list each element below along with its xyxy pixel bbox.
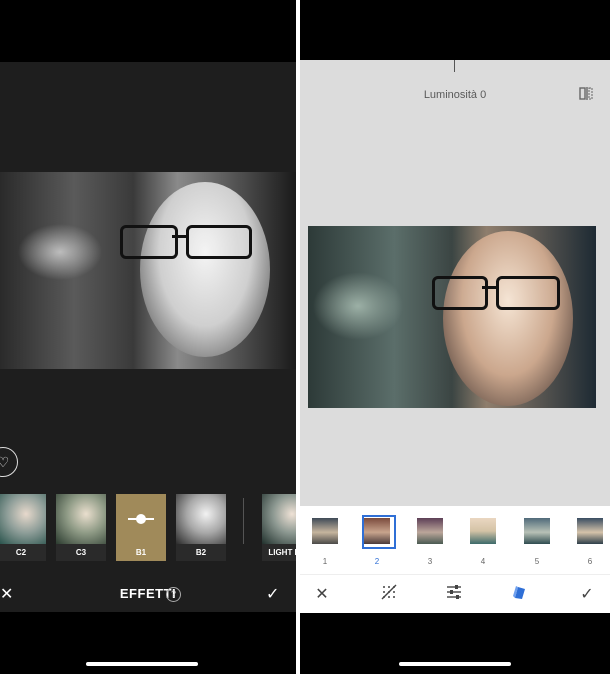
- portrait-face: [443, 231, 573, 406]
- screen-title: EFFETTI: [119, 586, 177, 601]
- preset-selected-frame: [362, 515, 396, 549]
- glasses-left-lens: [120, 225, 178, 259]
- filter-thumb-b1-selected[interactable]: B1: [116, 494, 166, 561]
- filter-divider: [243, 498, 244, 544]
- glasses-right-lens: [186, 225, 252, 259]
- glasses-right-lens: [496, 276, 560, 310]
- preset-swatch-5[interactable]: [524, 518, 550, 544]
- filter-label: LIGHT FO: [262, 544, 296, 561]
- preset-number: 5: [534, 557, 540, 566]
- confirm-check-icon[interactable]: ✓: [266, 584, 279, 604]
- preset-swatch-4[interactable]: [470, 518, 496, 544]
- preset-number: 4: [480, 557, 486, 566]
- home-indicator[interactable]: [399, 662, 511, 666]
- photo-preview-color: [308, 226, 596, 408]
- adjust-indicator: [454, 60, 455, 72]
- left-phone-screen: ♡ C2 C3 B1 B2 LIGHT FO ✕ EFFETTI ? ✓: [0, 0, 296, 674]
- filter-label: B1: [116, 544, 166, 561]
- portrait-face: [140, 182, 270, 357]
- filter-label: B2: [176, 544, 226, 561]
- preset-swatch-3[interactable]: [417, 518, 443, 544]
- filter-label: C3: [56, 544, 106, 561]
- grain-icon[interactable]: [379, 584, 399, 605]
- preset-swatch-6[interactable]: [577, 518, 603, 544]
- photo-preview-bw: [0, 172, 296, 369]
- compare-icon[interactable]: [579, 87, 593, 100]
- filter-thumb-c2[interactable]: C2: [0, 494, 46, 561]
- filter-thumb-b2[interactable]: B2: [176, 494, 226, 561]
- slider-icon-knob: [136, 514, 146, 524]
- preset-swatch-1[interactable]: [312, 518, 338, 544]
- sliders-icon[interactable]: [444, 584, 464, 605]
- close-icon[interactable]: ✕: [312, 584, 332, 604]
- glasses-bridge: [482, 286, 496, 289]
- home-indicator[interactable]: [86, 662, 198, 666]
- preset-number: 2: [374, 557, 380, 566]
- preset-number: 3: [427, 557, 433, 566]
- right-phone-screen: Luminosità 0 1 2 3 4 5 6 ✕ ✓: [300, 0, 610, 674]
- help-icon[interactable]: ?: [166, 587, 181, 602]
- check-icon[interactable]: ✓: [577, 584, 597, 604]
- filter-thumb-light-fog[interactable]: LIGHT FO: [262, 494, 296, 561]
- preset-number: 6: [587, 557, 593, 566]
- filter-label: C2: [0, 544, 46, 561]
- brightness-label: Luminosità 0: [423, 89, 487, 101]
- preset-number: 1: [322, 557, 328, 566]
- filter-thumb-c3[interactable]: C3: [56, 494, 106, 561]
- style-icon[interactable]: [510, 584, 530, 605]
- glasses-left-lens: [432, 276, 488, 310]
- glasses-bridge: [172, 235, 186, 238]
